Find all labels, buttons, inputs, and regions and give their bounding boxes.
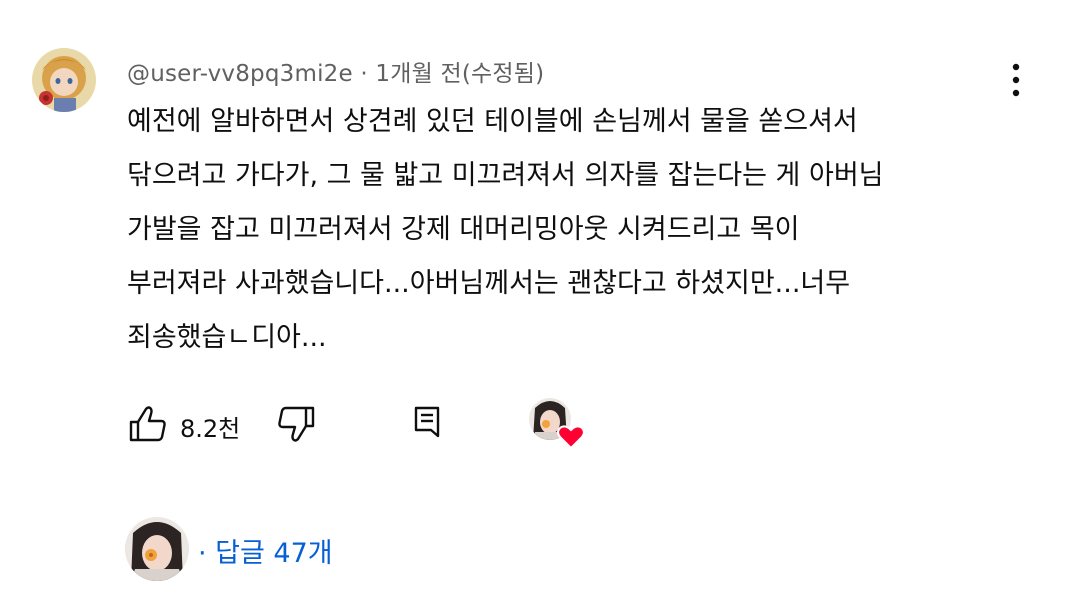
reply-button[interactable] bbox=[406, 400, 450, 444]
view-replies-link[interactable]: · 답글 47개 bbox=[198, 531, 333, 570]
comment-line: 죄송했습ㄴ디아... bbox=[127, 322, 327, 353]
creator-heart-icon bbox=[529, 398, 587, 450]
like-button[interactable] bbox=[127, 402, 171, 446]
comment-line: 예전에 알바하면서 상견례 있던 테이블에 손님께서 물을 쏟으셔서 bbox=[127, 106, 858, 137]
thumb-down-icon bbox=[278, 406, 315, 442]
thumb-up-icon bbox=[129, 406, 166, 442]
dislike-button[interactable] bbox=[273, 402, 317, 446]
comment-timestamp[interactable]: 1개월 전(수정됨) bbox=[375, 61, 544, 87]
reply-author-avatar[interactable] bbox=[125, 517, 189, 581]
comment-meta: @user-vv8pq3mi2e · 1개월 전(수정됨) bbox=[127, 54, 544, 88]
meta-separator: · bbox=[360, 61, 368, 87]
replies-bullet: · bbox=[198, 538, 216, 569]
author-avatar[interactable] bbox=[32, 48, 96, 112]
comment-line: 닦으려고 가다가, 그 물 밟고 미끄려져서 의자를 잡는다는 게 아버님 bbox=[127, 160, 884, 191]
comment-line: 가발을 잡고 미끄러져서 강제 대머리밍아웃 시켜드리고 목이 bbox=[127, 214, 800, 245]
comment-text: 예전에 알바하면서 상견례 있던 테이블에 손님께서 물을 쏟으셔서 닦으려고 … bbox=[127, 95, 1027, 365]
replies-count-label: 답글 47개 bbox=[215, 538, 333, 569]
comment-reply-icon bbox=[414, 406, 440, 438]
comment-line: 부러져라 사과했습니다...아버님께서는 괜찮다고 하셨지만...너무 bbox=[127, 268, 851, 299]
more-options-icon[interactable] bbox=[1000, 60, 1032, 100]
like-count: 8.2천 bbox=[180, 415, 241, 443]
author-handle[interactable]: @user-vv8pq3mi2e bbox=[127, 61, 353, 87]
